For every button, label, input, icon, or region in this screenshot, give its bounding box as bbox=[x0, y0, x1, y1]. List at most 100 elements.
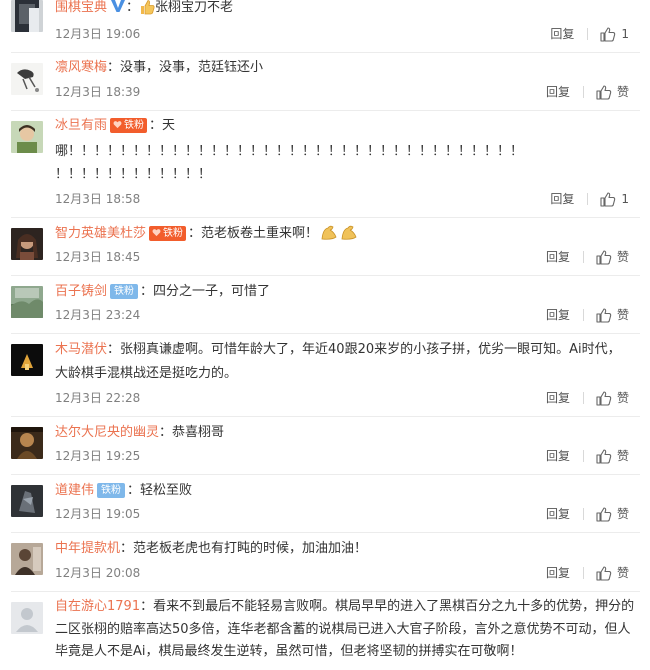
timestamp: 12月3日 18:45 bbox=[55, 250, 141, 264]
iron-fan-badge: 铁粉 bbox=[110, 118, 148, 133]
avatar[interactable] bbox=[11, 543, 43, 575]
username-link[interactable]: 中年提款机 bbox=[55, 541, 120, 556]
comment-text-line: 围棋宝典：张栩宝刀不老 bbox=[55, 0, 640, 23]
comment-actions: 回复 赞 bbox=[546, 447, 629, 465]
timestamp: 12月3日 18:39 bbox=[55, 85, 141, 99]
thumbs-up-icon bbox=[596, 448, 612, 464]
username-link[interactable]: 围棋宝典 bbox=[55, 0, 107, 15]
comment-text: ！！！！！！！！！！！！ bbox=[55, 167, 212, 182]
username-link[interactable]: 凛风寒梅 bbox=[55, 60, 107, 75]
divider bbox=[582, 450, 584, 462]
comment-actions: 回复 1 bbox=[550, 190, 629, 208]
username-link[interactable]: 道建伟 bbox=[55, 483, 94, 498]
divider bbox=[582, 309, 584, 321]
divider bbox=[582, 392, 584, 404]
timestamp: 12月3日 19:25 bbox=[55, 449, 141, 463]
thumbs-up-icon bbox=[596, 307, 612, 323]
reply-button[interactable]: 回复 bbox=[546, 505, 570, 523]
divider bbox=[582, 567, 584, 579]
username-link[interactable]: 达尔大尼央的幽灵 bbox=[55, 425, 159, 440]
thumbs-up-icon bbox=[596, 506, 612, 522]
avatar[interactable] bbox=[11, 63, 43, 95]
username-link[interactable]: 木马潜伏 bbox=[55, 342, 107, 357]
comment-text: 哪！！！！！！！！！！！！！！！！！！！！！！！！！！！！！！！！！！！ bbox=[55, 144, 524, 159]
thumbs-up-icon bbox=[600, 26, 616, 42]
username-link[interactable]: 百子铸剑 bbox=[55, 284, 107, 299]
like-button[interactable]: 1 bbox=[600, 190, 629, 208]
thumbs-up-icon bbox=[596, 249, 612, 265]
comment-text: 范老板老虎也有打盹的时候，加油加油！ bbox=[133, 541, 368, 556]
comment-actions: 回复 赞 bbox=[546, 306, 629, 324]
reply-button[interactable]: 回复 bbox=[546, 248, 570, 266]
comment-text: 恭喜栩哥 bbox=[172, 425, 225, 440]
divider bbox=[11, 217, 640, 218]
reply-button[interactable]: 回复 bbox=[550, 25, 574, 43]
like-count: 1 bbox=[621, 192, 629, 206]
comment-actions: 回复 赞 bbox=[546, 564, 629, 582]
reply-button[interactable]: 回复 bbox=[546, 306, 570, 324]
thumbs-up-emoji-icon bbox=[139, 0, 155, 23]
username-link[interactable]: 智力英雄美杜莎 bbox=[55, 226, 146, 241]
comment-actions: 回复 赞 bbox=[546, 83, 629, 101]
like-button[interactable]: 赞 bbox=[596, 505, 629, 523]
comment-text-line: 达尔大尼央的幽灵：恭喜栩哥 bbox=[55, 425, 225, 440]
comment-actions: 回复 1 bbox=[550, 25, 629, 43]
strong-arm-emoji-icon bbox=[320, 223, 360, 249]
comment-text-line: 百子铸剑 铁粉 ：四分之一子，可惜了 bbox=[55, 284, 271, 299]
comment-text-line: 自在游心1791：看来不到最后不能轻易言败啊。棋局早早的进入了黑棋百分之九十多的… bbox=[55, 599, 635, 659]
avatar[interactable] bbox=[11, 228, 43, 260]
comment-text: 四分之一子，可惜了 bbox=[153, 284, 271, 299]
divider bbox=[11, 275, 640, 276]
timestamp: 12月3日 18:58 bbox=[55, 192, 141, 206]
divider bbox=[11, 474, 640, 475]
reply-button[interactable]: 回复 bbox=[546, 564, 570, 582]
iron-fan-badge: 铁粉 bbox=[149, 226, 187, 241]
like-count: 赞 bbox=[616, 566, 629, 580]
divider bbox=[11, 416, 640, 417]
like-count: 赞 bbox=[616, 391, 629, 405]
like-button[interactable]: 赞 bbox=[596, 83, 629, 101]
avatar[interactable] bbox=[11, 427, 43, 459]
avatar[interactable] bbox=[11, 344, 43, 376]
like-button[interactable]: 赞 bbox=[596, 564, 629, 582]
avatar[interactable] bbox=[11, 485, 43, 517]
avatar[interactable] bbox=[11, 121, 43, 153]
like-button[interactable]: 1 bbox=[600, 25, 629, 43]
divider bbox=[587, 28, 589, 40]
thumbs-up-icon bbox=[600, 191, 616, 207]
like-count: 赞 bbox=[616, 250, 629, 264]
comment-text: 轻松至败 bbox=[140, 483, 193, 498]
divider bbox=[11, 52, 640, 53]
like-button[interactable]: 赞 bbox=[596, 306, 629, 324]
comment-actions: 回复 赞 bbox=[546, 248, 629, 266]
divider bbox=[11, 333, 640, 334]
like-count: 赞 bbox=[616, 308, 629, 322]
username-link[interactable]: 冰旦有雨 bbox=[55, 118, 107, 133]
comment-actions: 回复 赞 bbox=[546, 389, 629, 407]
thumbs-up-icon bbox=[596, 565, 612, 581]
divider bbox=[582, 86, 584, 98]
username-link[interactable]: 自在游心1791 bbox=[55, 599, 140, 614]
reply-button[interactable]: 回复 bbox=[546, 389, 570, 407]
comment-text-line: 哪！！！！！！！！！！！！！！！！！！！！！！！！！！！！！！！！！！！ bbox=[55, 141, 640, 163]
comment-text-line: 木马潜伏：张栩真谦虚啊。可惜年龄大了，年近40跟20来岁的小孩子拼，优劣一眼可知… bbox=[55, 342, 621, 357]
comment-text-line: 凛风寒梅：没事，没事，范廷钰还小 bbox=[55, 60, 264, 75]
divider bbox=[11, 110, 640, 111]
verified-v-icon bbox=[110, 0, 126, 21]
avatar[interactable] bbox=[11, 0, 43, 32]
like-button[interactable]: 赞 bbox=[596, 447, 629, 465]
comment-text-line: 冰旦有雨 铁粉 ：天 bbox=[55, 118, 176, 133]
reply-button[interactable]: 回复 bbox=[546, 83, 570, 101]
avatar[interactable] bbox=[11, 602, 43, 634]
comment-text: 没事，没事，范廷钰还小 bbox=[120, 60, 264, 75]
like-button[interactable]: 赞 bbox=[596, 389, 629, 407]
like-count: 赞 bbox=[616, 85, 629, 99]
like-count: 赞 bbox=[616, 507, 629, 521]
avatar[interactable] bbox=[11, 286, 43, 318]
divider bbox=[11, 591, 640, 592]
comment-text: 天 bbox=[162, 118, 176, 133]
like-button[interactable]: 赞 bbox=[596, 248, 629, 266]
reply-button[interactable]: 回复 bbox=[550, 190, 574, 208]
reply-button[interactable]: 回复 bbox=[546, 447, 570, 465]
thumbs-up-icon bbox=[596, 84, 612, 100]
